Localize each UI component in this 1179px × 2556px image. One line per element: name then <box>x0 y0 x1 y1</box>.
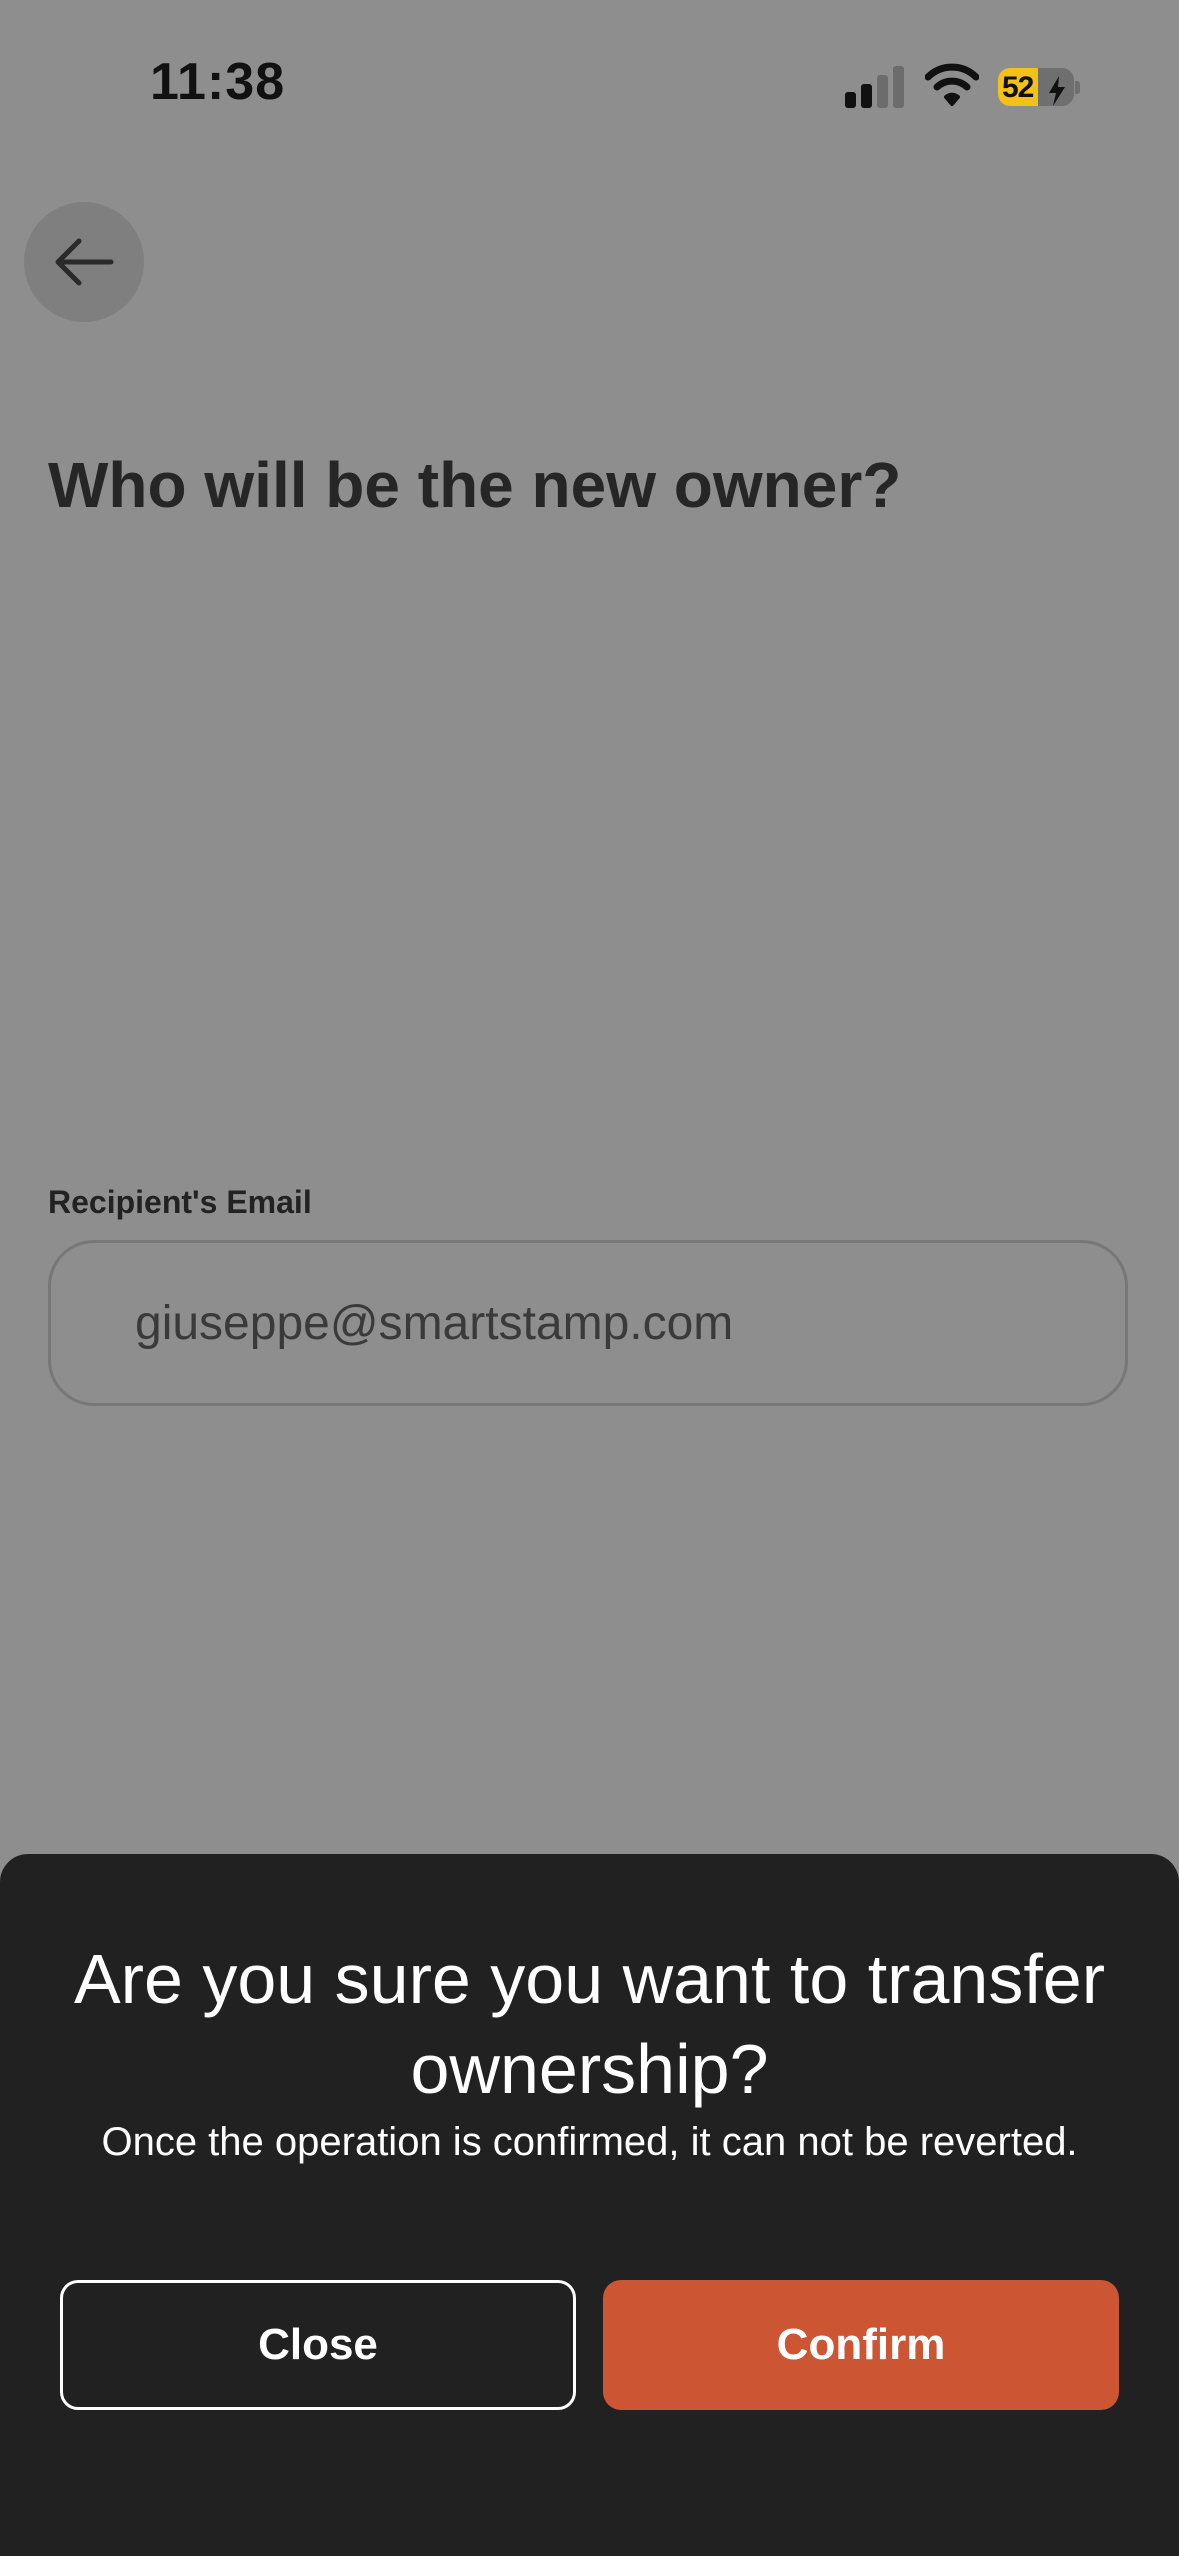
confirm-transfer-sheet: Are you sure you want to transfer owners… <box>0 1854 1179 2556</box>
battery-tip <box>1075 81 1080 94</box>
close-button[interactable]: Close <box>60 2280 576 2410</box>
wifi-icon <box>925 63 979 106</box>
modal-message: Once the operation is confirmed, it can … <box>101 2120 1078 2164</box>
arrow-left-icon <box>55 238 114 286</box>
battery-indicator: 52 <box>998 64 1080 108</box>
cellular-signal-icon <box>845 64 905 108</box>
battery-body: 52 <box>998 68 1074 106</box>
modal-title: Are you sure you want to transfer owners… <box>73 1940 1106 2108</box>
recipient-email-input[interactable] <box>48 1240 1128 1406</box>
email-label: Recipient's Email <box>48 1184 312 1220</box>
back-button[interactable] <box>24 202 144 322</box>
status-time: 11:38 <box>150 53 286 111</box>
battery-charging-icon <box>1049 76 1065 106</box>
battery-level: 52 <box>1002 71 1034 104</box>
page-title: Who will be the new owner? <box>48 449 902 521</box>
confirm-button[interactable]: Confirm <box>603 2280 1119 2410</box>
status-bar: 11:38 52 <box>0 0 1179 170</box>
